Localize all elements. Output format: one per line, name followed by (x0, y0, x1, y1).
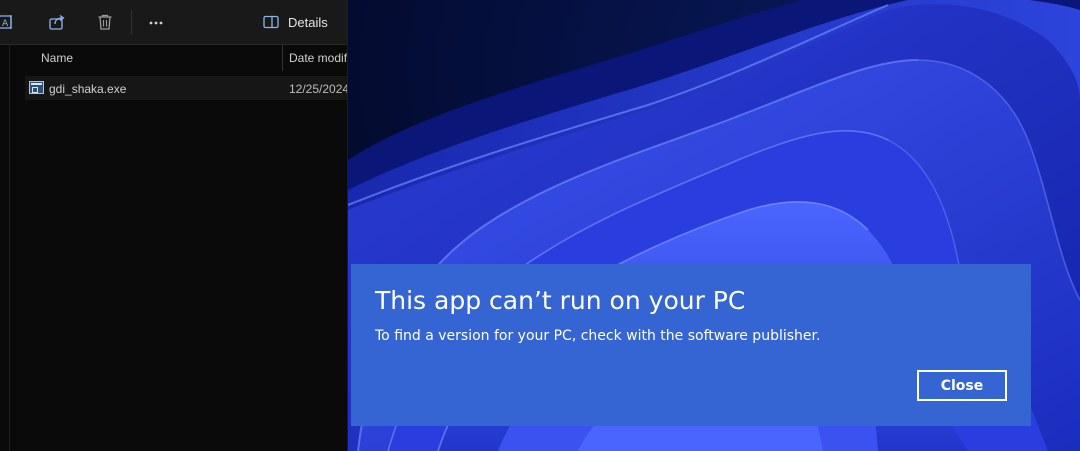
file-row[interactable]: gdi_shaka.exe 12/25/2024 (25, 76, 347, 100)
file-name: gdi_shaka.exe (49, 82, 127, 96)
delete-button[interactable] (93, 10, 117, 34)
executable-file-icon (29, 81, 44, 94)
file-date-modified: 12/25/2024 (289, 82, 348, 96)
share-icon (49, 14, 65, 30)
details-label: Details (288, 14, 328, 30)
dialog-message: To find a version for your PC, check wit… (375, 328, 821, 344)
column-resize-handle[interactable] (282, 45, 283, 71)
rename-button[interactable]: A (0, 10, 18, 34)
details-pane-button[interactable]: Details (262, 10, 328, 34)
file-explorer-window: A Details Name Date modif gdi_shaka.exe … (0, 0, 348, 451)
app-error-dialog: This app can’t run on your PC To find a … (351, 264, 1031, 426)
column-header-name[interactable]: Name (41, 51, 73, 65)
rename-icon: A (0, 15, 12, 29)
toolbar-separator (131, 10, 132, 34)
close-button[interactable]: Close (917, 370, 1007, 401)
explorer-toolbar: A Details (0, 0, 347, 45)
dialog-title: This app can’t run on your PC (375, 286, 746, 315)
column-header-row: Name Date modif (0, 45, 347, 71)
more-options-button[interactable] (144, 10, 168, 34)
screen: A Details Name Date modif gdi_shaka.exe … (0, 0, 1080, 451)
trash-icon (98, 14, 112, 30)
svg-text:A: A (2, 19, 9, 29)
navigation-pane-divider (9, 45, 10, 451)
more-options-icon (149, 21, 163, 25)
column-header-date-modified[interactable]: Date modif (289, 51, 347, 65)
share-button[interactable] (45, 10, 69, 34)
details-pane-icon (263, 15, 279, 29)
